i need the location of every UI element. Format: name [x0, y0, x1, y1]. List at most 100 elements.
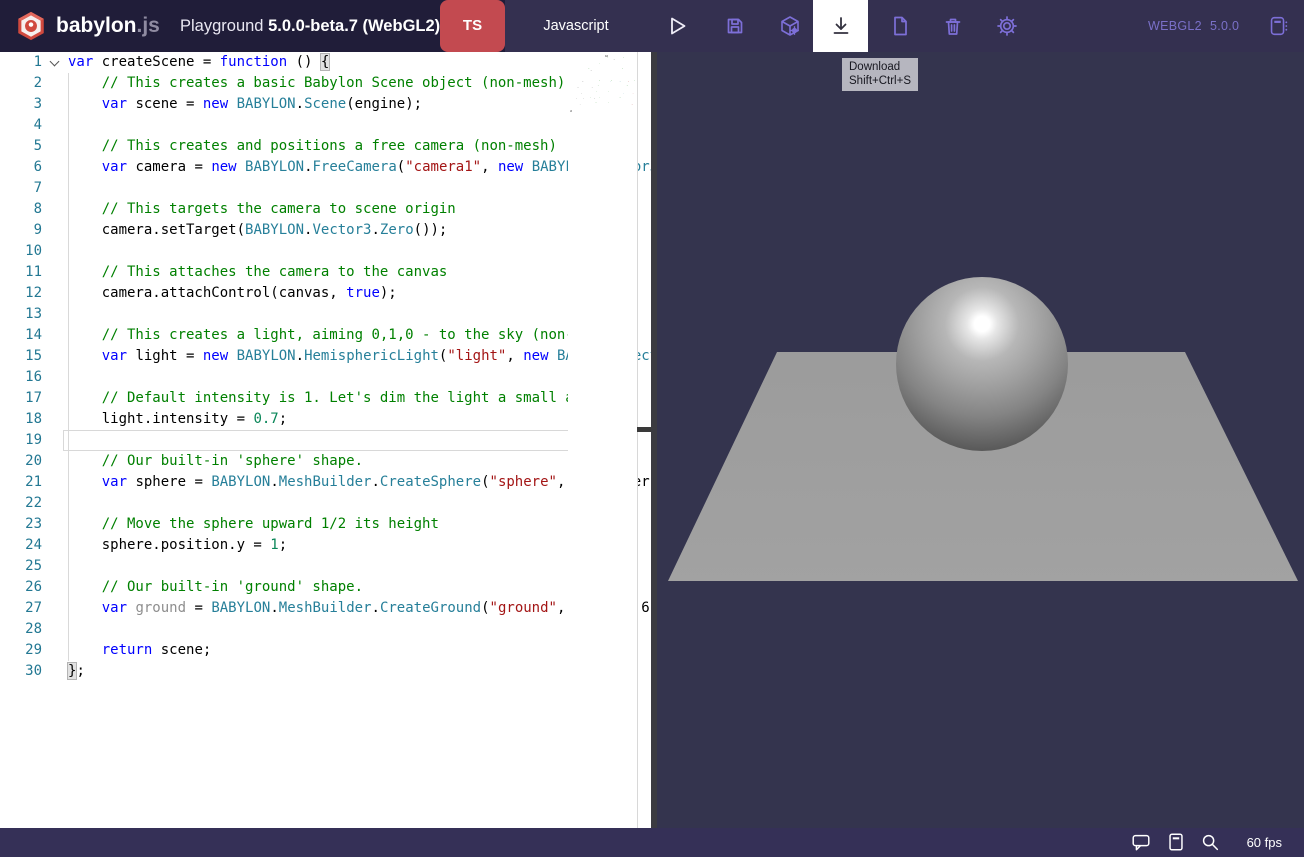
line-number[interactable]: 21 [0, 472, 42, 493]
minimap-border [637, 52, 638, 828]
code-text: // Our built-in 'ground' shape. [68, 577, 363, 598]
inspector-icon[interactable] [778, 14, 802, 38]
fold-column [42, 136, 68, 157]
fold-column [42, 262, 68, 283]
fold-column [42, 220, 68, 241]
fold-column [42, 115, 68, 136]
code-text: // Move the sphere upward 1/2 its height [68, 514, 439, 535]
editor-lines: 1var createScene = function () {2 // Thi… [0, 52, 651, 682]
code-line[interactable]: 30}; [0, 661, 651, 682]
code-line[interactable]: 25 [0, 556, 651, 577]
code-line[interactable]: 15 var light = new BABYLON.HemisphericLi… [0, 346, 651, 367]
code-line[interactable]: 29 return scene; [0, 640, 651, 661]
examples-icon[interactable] [1266, 14, 1290, 38]
line-number[interactable]: 28 [0, 619, 42, 640]
code-line[interactable]: 24 sphere.position.y = 1; [0, 535, 651, 556]
line-number[interactable]: 30 [0, 661, 42, 682]
status-bar: 60 fps [0, 828, 1304, 857]
line-number[interactable]: 27 [0, 598, 42, 619]
fold-column [42, 304, 68, 325]
line-number[interactable]: 19 [0, 430, 42, 451]
line-number[interactable]: 15 [0, 346, 42, 367]
line-number[interactable]: 18 [0, 409, 42, 430]
line-number[interactable]: 13 [0, 304, 42, 325]
line-number[interactable]: 20 [0, 451, 42, 472]
line-number[interactable]: 23 [0, 514, 42, 535]
code-line[interactable]: 16 [0, 367, 651, 388]
code-line[interactable]: 11 // This attaches the camera to the ca… [0, 262, 651, 283]
fold-column [42, 199, 68, 220]
fold-column [42, 409, 68, 430]
line-number[interactable]: 17 [0, 388, 42, 409]
code-line[interactable]: 17 // Default intensity is 1. Let's dim … [0, 388, 651, 409]
settings-icon[interactable] [995, 14, 1019, 38]
code-line[interactable]: 3 var scene = new BABYLON.Scene(engine); [0, 94, 651, 115]
splitter-handle[interactable] [637, 427, 651, 432]
code-line[interactable]: 5 // This creates and positions a free c… [0, 136, 651, 157]
code-text: camera.attachControl(canvas, true); [68, 283, 397, 304]
code-text: camera.setTarget(BABYLON.Vector3.Zero())… [68, 220, 447, 241]
code-line[interactable]: 26 // Our built-in 'ground' shape. [0, 577, 651, 598]
code-line[interactable]: 23 // Move the sphere upward 1/2 its hei… [0, 514, 651, 535]
line-number[interactable]: 16 [0, 367, 42, 388]
code-line[interactable]: 20 // Our built-in 'sphere' shape. [0, 451, 651, 472]
run-icon[interactable] [665, 14, 689, 38]
line-number[interactable]: 2 [0, 73, 42, 94]
fold-chevron-icon[interactable] [42, 52, 68, 73]
code-line[interactable]: 21 var sphere = BABYLON.MeshBuilder.Crea… [0, 472, 651, 493]
page-title: Playground 5.0.0-beta.7 (WebGL2) [180, 0, 440, 52]
line-number[interactable]: 6 [0, 157, 42, 178]
line-number[interactable]: 7 [0, 178, 42, 199]
code-line[interactable]: 6 var camera = new BABYLON.FreeCamera("c… [0, 157, 651, 178]
code-editor[interactable]: 1var createScene = function () {2 // Thi… [0, 52, 651, 828]
line-number[interactable]: 5 [0, 136, 42, 157]
download-button[interactable] [813, 0, 868, 52]
fold-column [42, 241, 68, 262]
line-number[interactable]: 4 [0, 115, 42, 136]
doc-icon[interactable] [1165, 831, 1187, 853]
line-number[interactable]: 8 [0, 199, 42, 220]
tooltip-line1: Download [849, 60, 911, 74]
comment-icon[interactable] [1130, 831, 1152, 853]
code-line[interactable]: 7 [0, 178, 651, 199]
minimap[interactable]: var createScene = function () { // This … [568, 52, 637, 828]
line-number[interactable]: 12 [0, 283, 42, 304]
code-line[interactable]: 14 // This creates a light, aiming 0,1,0… [0, 325, 651, 346]
line-number[interactable]: 29 [0, 640, 42, 661]
line-number[interactable]: 1 [0, 52, 42, 73]
line-number[interactable]: 22 [0, 493, 42, 514]
tooltip-line2: Shift+Ctrl+S [849, 74, 911, 88]
line-number[interactable]: 24 [0, 535, 42, 556]
search-icon[interactable] [1199, 831, 1221, 853]
code-line[interactable]: 19 [0, 430, 651, 451]
line-number[interactable]: 11 [0, 262, 42, 283]
language-selector[interactable]: Javascript [505, 0, 647, 52]
fold-column [42, 535, 68, 556]
code-line[interactable]: 12 camera.attachControl(canvas, true); [0, 283, 651, 304]
line-number[interactable]: 9 [0, 220, 42, 241]
typescript-button[interactable]: TS [440, 0, 505, 52]
code-line[interactable]: 10 [0, 241, 651, 262]
line-number[interactable]: 3 [0, 94, 42, 115]
fold-column [42, 493, 68, 514]
render-canvas[interactable] [651, 52, 1304, 828]
delete-icon[interactable] [941, 14, 965, 38]
code-line[interactable]: 2 // This creates a basic Babylon Scene … [0, 73, 651, 94]
code-line[interactable]: 9 camera.setTarget(BABYLON.Vector3.Zero(… [0, 220, 651, 241]
code-line[interactable]: 18 light.intensity = 0.7; [0, 409, 651, 430]
code-line[interactable]: 22 [0, 493, 651, 514]
new-icon[interactable] [888, 14, 912, 38]
code-line[interactable]: 28 [0, 619, 651, 640]
code-line[interactable]: 8 // This targets the camera to scene or… [0, 199, 651, 220]
code-line[interactable]: 27 var ground = BABYLON.MeshBuilder.Crea… [0, 598, 651, 619]
line-number[interactable]: 25 [0, 556, 42, 577]
line-number[interactable]: 14 [0, 325, 42, 346]
code-line[interactable]: 13 [0, 304, 651, 325]
code-line[interactable]: 4 [0, 115, 651, 136]
save-icon[interactable] [723, 14, 747, 38]
code-line[interactable]: 1var createScene = function () { [0, 52, 651, 73]
line-number[interactable]: 26 [0, 577, 42, 598]
line-number[interactable]: 10 [0, 241, 42, 262]
code-text: }; [68, 661, 85, 682]
code-text: sphere.position.y = 1; [68, 535, 287, 556]
